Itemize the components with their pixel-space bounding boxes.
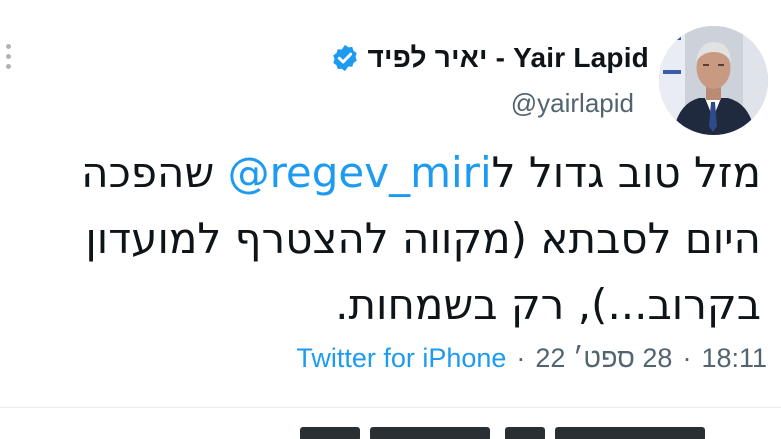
divider bbox=[0, 407, 781, 408]
tweet-source-link[interactable]: Twitter for iPhone bbox=[296, 343, 506, 374]
author-handle[interactable]: @yairlapid bbox=[511, 88, 634, 119]
tweet-text: מזל טוב גדול ל@regev_miri שהפכה היום לסב… bbox=[31, 140, 761, 338]
tweet-card: יאיר לפיד - Yair Lapid @yairlapid מזל טו… bbox=[0, 0, 781, 439]
mention-link[interactable]: @regev_miri bbox=[228, 148, 492, 197]
author-header: יאיר לפיד - Yair Lapid bbox=[330, 36, 649, 80]
tweet-metadata: Twitter for iPhone · 28 ספט׳ 22 · 18:11 bbox=[296, 336, 767, 380]
avatar-photo bbox=[659, 26, 768, 135]
tweet-date[interactable]: 28 ספט׳ 22 bbox=[535, 343, 672, 374]
display-name[interactable]: יאיר לפיד - Yair Lapid bbox=[368, 42, 649, 74]
verified-badge-icon bbox=[332, 44, 357, 72]
separator-dot: · bbox=[516, 342, 526, 373]
more-options-icon[interactable] bbox=[4, 44, 14, 74]
avatar[interactable] bbox=[659, 26, 768, 135]
tweet-text-part-1: מזל טוב גדול ל bbox=[491, 148, 761, 197]
tweet-time[interactable]: 18:11 bbox=[701, 343, 767, 374]
separator-dot: · bbox=[682, 342, 692, 373]
engagement-stats-cropped bbox=[300, 427, 781, 439]
